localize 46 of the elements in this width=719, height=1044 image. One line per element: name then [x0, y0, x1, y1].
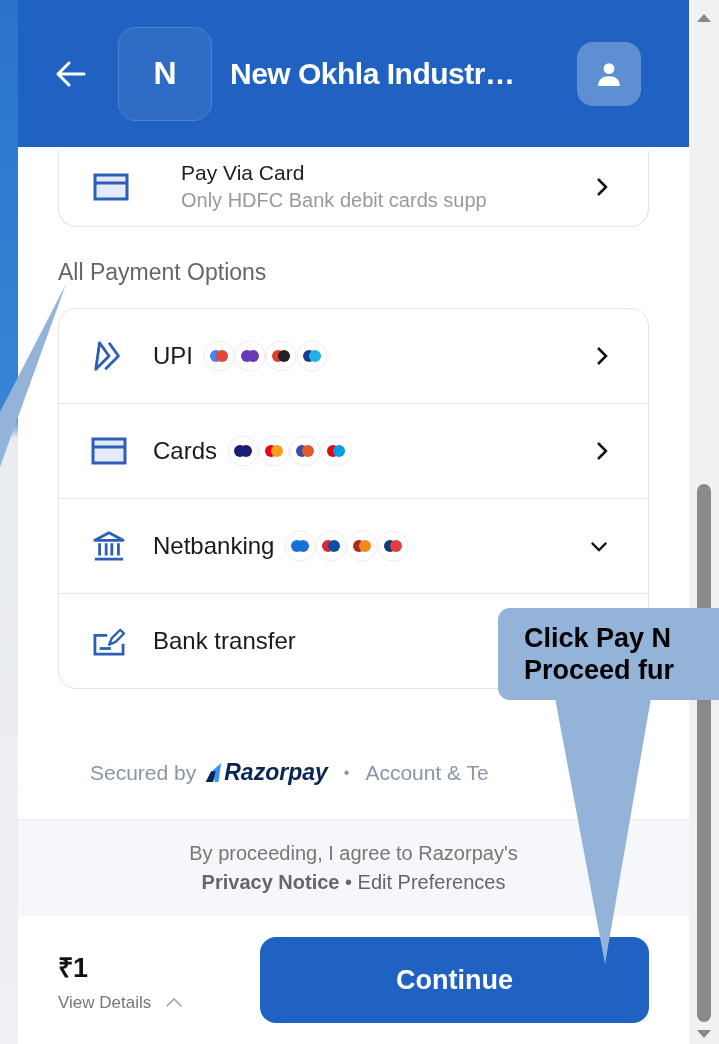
payment-option[interactable]: Netbanking: [59, 498, 648, 593]
scroll-up-icon[interactable]: [697, 14, 711, 22]
payment-logo-icon: [320, 435, 353, 467]
scrollbar[interactable]: [689, 0, 719, 1044]
merchant-avatar: N: [118, 26, 212, 121]
option-subtitle: Only HDFC Bank debit cards supp: [181, 189, 488, 212]
consent-text: By proceeding, I agree to Razorpay's: [189, 842, 518, 865]
privacy-links-text[interactable]: Privacy Notice • Edit Preferences: [201, 871, 506, 894]
user-icon: [596, 60, 622, 87]
section-title: All Payment Options: [58, 259, 268, 286]
back-arrow-icon[interactable]: [56, 60, 86, 87]
razorpay-logo-icon: [204, 761, 223, 784]
pay-via-card-option[interactable]: Pay Via Card Only HDFC Bank debit cards supp: [58, 151, 649, 227]
payment-logo-icon: [296, 340, 328, 372]
payment-logo-icon: [377, 530, 410, 562]
option-label: Netbanking: [153, 532, 275, 560]
continue-button[interactable]: Continue: [260, 937, 649, 1023]
total-amount: ₹1: [58, 951, 90, 985]
chevron-right-icon: [596, 176, 608, 197]
payment-option[interactable]: UPI: [59, 309, 648, 403]
payment-logo-icon: [234, 340, 266, 372]
view-details-link[interactable]: View Details: [58, 992, 152, 1013]
payment-logo-icon: [265, 340, 297, 372]
card-icon: [91, 437, 127, 465]
option-label: UPI: [153, 342, 193, 370]
option-label: Bank transfer: [153, 627, 296, 655]
payment-logo-icon: [258, 435, 291, 467]
payment-option[interactable]: Cards: [59, 403, 648, 498]
card-icon: [93, 172, 129, 201]
secured-by-text: Secured by: [90, 760, 197, 785]
payment-logo-icon: [227, 435, 260, 467]
option-label: Cards: [153, 437, 218, 465]
merchant-name: New Okhla Industr…: [230, 56, 516, 91]
chevron-up-icon: [165, 997, 184, 1008]
payment-logo-icon: [203, 340, 235, 372]
razorpay-wordmark: Razorpay: [224, 759, 328, 786]
separator-dot: •: [343, 763, 350, 782]
payment-logo-icon: [289, 435, 322, 467]
profile-button[interactable]: [577, 41, 641, 106]
scroll-down-icon[interactable]: [697, 1030, 711, 1038]
payment-logo-icon: [315, 530, 348, 562]
option-title: Pay Via Card: [181, 161, 306, 185]
edit-document-icon: [91, 626, 127, 656]
payment-logo-icon: [346, 530, 379, 562]
bank-icon: [91, 530, 127, 562]
payment-logo-icon: [284, 530, 317, 562]
